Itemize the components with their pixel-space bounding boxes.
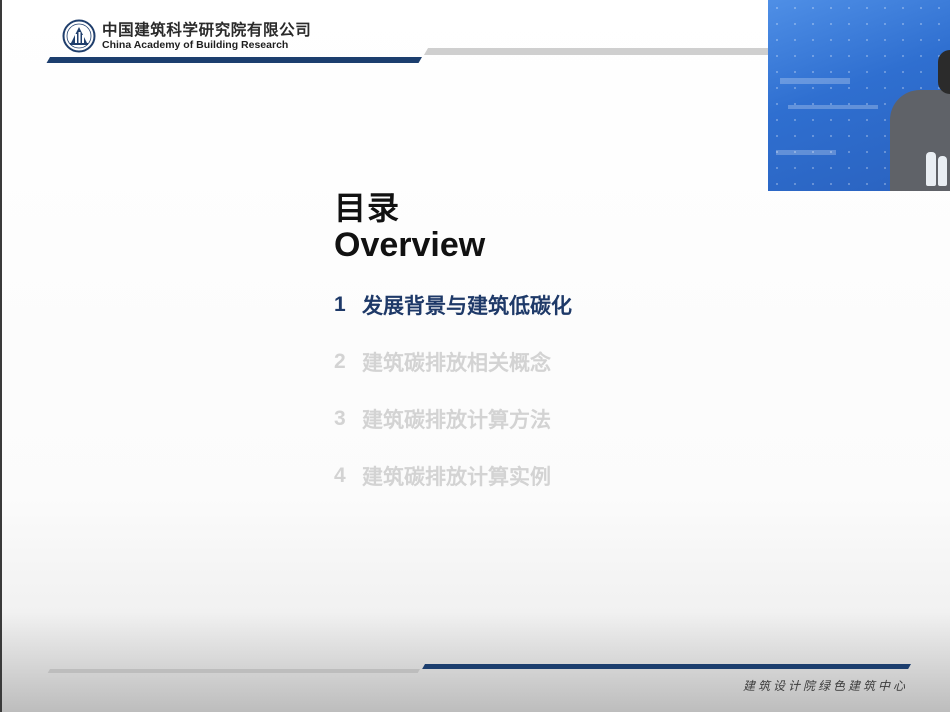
toc-item-label: 建筑碳排放计算方法 — [362, 408, 551, 432]
toc-item-label: 发展背景与建筑低碳化 — [362, 294, 572, 318]
toc-item-label: 建筑碳排放计算实例 — [362, 465, 551, 489]
webcam-background-window — [776, 150, 836, 155]
toc-item-1[interactable]: 1 发展背景与建筑低碳化 — [334, 290, 572, 320]
presenter-head — [938, 50, 950, 94]
table-of-contents: 1 发展背景与建筑低碳化 2 建筑碳排放相关概念 3 建筑碳排放计算方法 4 建… — [334, 290, 572, 518]
header-divider-bar — [423, 48, 788, 55]
org-name-en: China Academy of Building Research — [102, 39, 289, 51]
toc-item-4[interactable]: 4 建筑碳排放计算实例 — [334, 461, 572, 491]
webcam-background-window — [788, 105, 878, 109]
footer-accent-bar — [422, 664, 911, 669]
window-edge — [0, 0, 2, 712]
page-title-en: Overview — [334, 226, 486, 264]
header-accent-bar — [46, 57, 423, 63]
org-name-cn: 中国建筑科学研究院有限公司 — [102, 20, 312, 39]
toc-item-3[interactable]: 3 建筑碳排放计算方法 — [334, 404, 572, 434]
page-title-cn: 目录 — [334, 189, 401, 227]
cabr-logo-icon — [62, 19, 96, 53]
toc-item-2[interactable]: 2 建筑碳排放相关概念 — [334, 347, 572, 377]
toc-item-number: 3 — [334, 407, 346, 430]
toc-item-number: 4 — [334, 464, 346, 487]
toc-item-number: 2 — [334, 350, 346, 373]
webcam-overlay[interactable] — [768, 0, 950, 191]
toc-item-number: 1 — [334, 293, 346, 316]
footer-divider-bar — [47, 669, 420, 673]
toc-item-label: 建筑碳排放相关概念 — [362, 351, 551, 375]
water-bottle — [926, 152, 936, 186]
water-bottle — [938, 156, 947, 186]
org-logo: 中国建筑科学研究院有限公司 China Academy of Building … — [62, 18, 311, 54]
webcam-background-window — [780, 78, 850, 84]
footer-department-label: 建筑设计院绿色建筑中心 — [742, 679, 908, 693]
